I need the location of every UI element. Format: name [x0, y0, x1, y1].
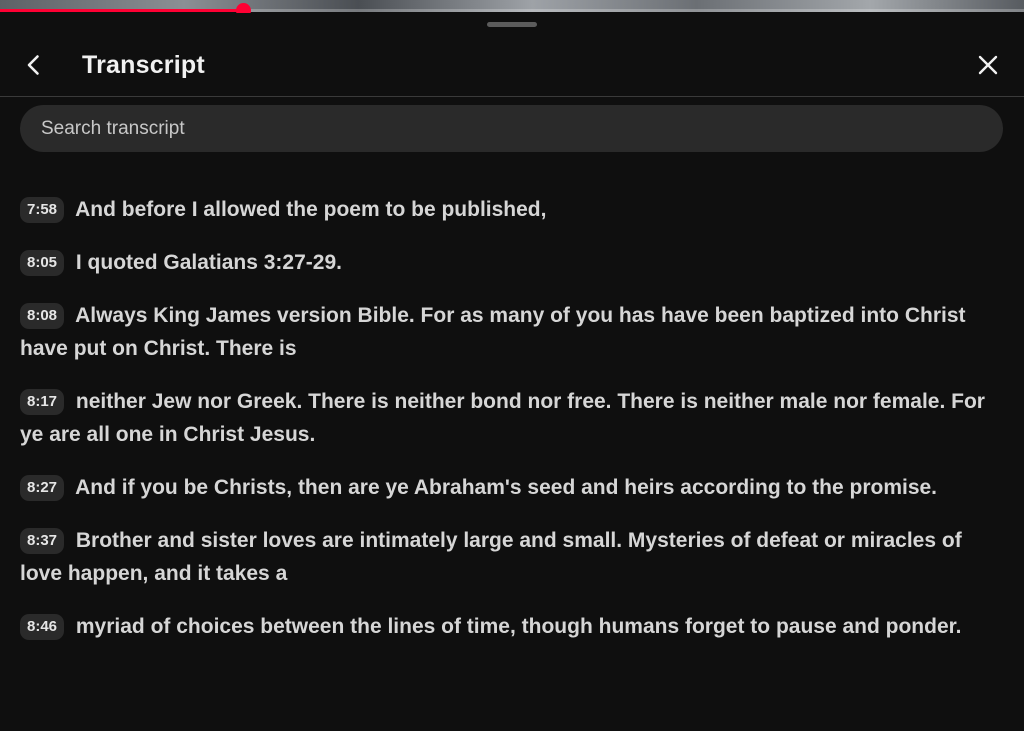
video-progress-bar[interactable] — [0, 3, 1024, 18]
segment-timestamp[interactable]: 8:08 — [20, 303, 65, 329]
back-button[interactable] — [14, 45, 54, 85]
video-progress-fill — [0, 9, 243, 12]
segment-text: And if you be Christs, then are ye Abrah… — [75, 476, 938, 499]
page-title: Transcript — [82, 51, 205, 79]
segment-text: Always King James version Bible. For as … — [20, 304, 966, 360]
segment-text: neither Jew nor Greek. There is neither … — [20, 390, 985, 446]
search-transcript-input[interactable] — [20, 105, 1003, 152]
transcript-segment[interactable]: 8:05 I quoted Galatians 3:27-29. — [20, 246, 995, 279]
segment-timestamp[interactable]: 8:27 — [20, 475, 65, 501]
transcript-segment[interactable]: 8:37 Brother and sister loves are intima… — [20, 524, 995, 590]
transcript-segment[interactable]: 8:17 neither Jew nor Greek. There is nei… — [20, 385, 995, 451]
close-button[interactable] — [968, 45, 1008, 85]
transcript-segment[interactable]: 8:08 Always King James version Bible. Fo… — [20, 299, 995, 365]
segment-text: I quoted Galatians 3:27-29. — [75, 251, 342, 274]
segment-timestamp[interactable]: 8:05 — [20, 250, 65, 276]
segment-timestamp[interactable]: 8:37 — [20, 528, 65, 554]
transcript-segment-list: 7:58 And before I allowed the poem to be… — [20, 193, 995, 663]
segment-text: myriad of choices between the lines of t… — [75, 615, 962, 638]
segment-text: And before I allowed the poem to be publ… — [75, 198, 547, 221]
transcript-header: Transcript — [0, 39, 1024, 97]
segment-timestamp[interactable]: 8:17 — [20, 389, 65, 415]
transcript-segment[interactable]: 8:27 And if you be Christs, then are ye … — [20, 471, 995, 504]
segment-text: Brother and sister loves are intimately … — [20, 529, 962, 585]
close-icon — [978, 55, 998, 75]
segment-timestamp[interactable]: 8:46 — [20, 614, 65, 640]
transcript-segment[interactable]: 7:58 And before I allowed the poem to be… — [20, 193, 995, 226]
chevron-left-icon — [27, 55, 39, 75]
transcript-segment[interactable]: 8:46 myriad of choices between the lines… — [20, 610, 995, 643]
drag-handle[interactable] — [487, 22, 537, 27]
segment-timestamp[interactable]: 7:58 — [20, 197, 65, 223]
